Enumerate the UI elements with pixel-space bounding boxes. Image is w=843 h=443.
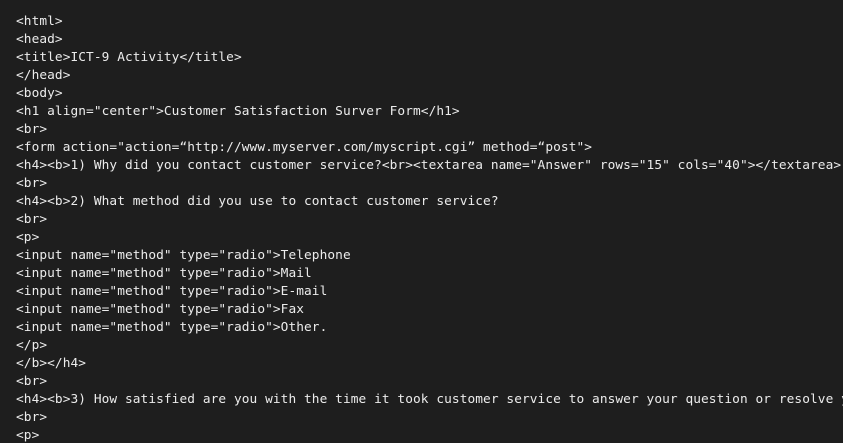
code-line: <br> (16, 122, 48, 137)
code-line: <h1 align="center">Customer Satisfaction… (16, 104, 460, 119)
code-line: <input name="method" type="radio">Fax (16, 302, 305, 317)
code-line: <input name="method" type="radio">Other. (16, 320, 328, 335)
code-line: <head> (16, 32, 63, 47)
code-line: <input name="method" type="radio">Teleph… (16, 248, 351, 263)
code-line: <br> (16, 374, 48, 389)
code-line: <input name="method" type="radio">Mail (16, 266, 312, 281)
code-line: </head> (16, 68, 71, 83)
code-line: <h4><b>3) How satisfied are you with the… (16, 392, 843, 407)
code-line: <form action="action=“http://www.myserve… (16, 140, 593, 155)
code-line: <body> (16, 86, 63, 101)
code-line: <p> (16, 230, 40, 245)
code-line: </b></h4> (16, 356, 87, 371)
code-editor[interactable]: <html> <head> <title>ICT-9 Activity</tit… (0, 0, 843, 443)
code-line: </p> (16, 338, 48, 353)
code-line: <html> (16, 14, 63, 29)
code-line: <p> (16, 428, 40, 443)
code-line: <h4><b>1) Why did you contact customer s… (16, 158, 842, 173)
code-line: <h4><b>2) What method did you use to con… (16, 194, 499, 209)
code-line: <br> (16, 212, 48, 227)
code-line: <title>ICT-9 Activity</title> (16, 50, 242, 65)
code-line: <br> (16, 176, 48, 191)
code-line: <input name="method" type="radio">E-mail (16, 284, 328, 299)
code-line: <br> (16, 410, 48, 425)
